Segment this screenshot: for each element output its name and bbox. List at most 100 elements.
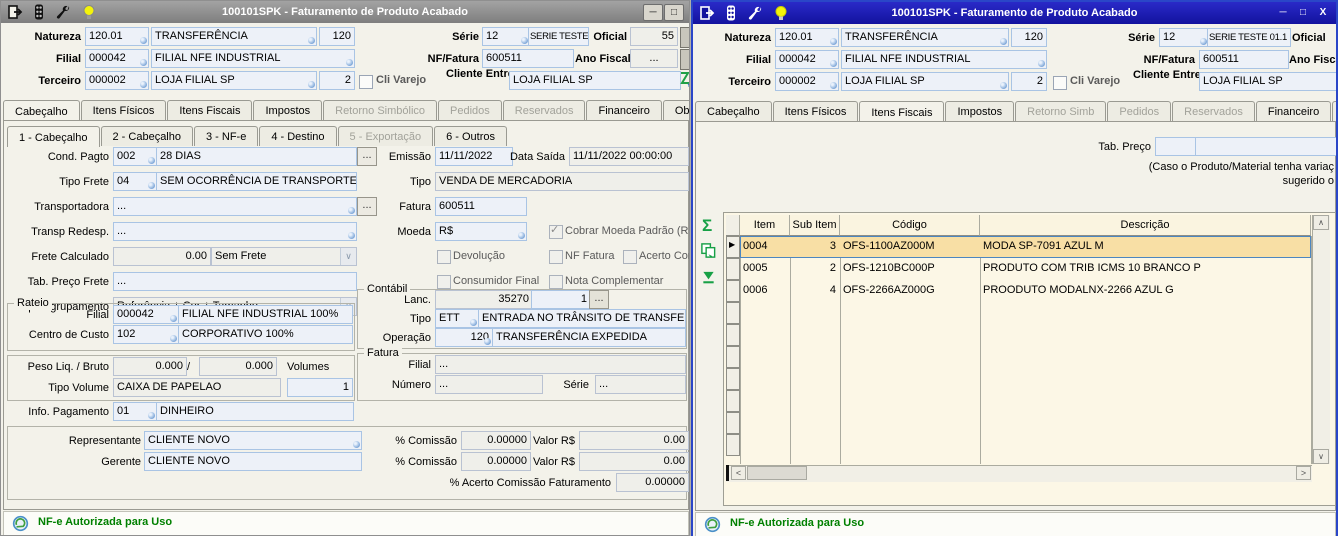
cond-pagto-code-field[interactable]: 002 xyxy=(113,147,157,166)
grid-header-sub-item[interactable]: Sub Item xyxy=(790,215,840,236)
subtab-4-destino[interactable]: 4 - Destino xyxy=(259,126,336,146)
natureza-code-field[interactable]: 120.01 xyxy=(775,28,839,47)
tab-observacoes[interactable]: Observações xyxy=(663,100,690,120)
volumes-field[interactable]: 1 xyxy=(287,378,353,397)
cell-codigo[interactable]: OFS-2266AZ000G xyxy=(843,280,977,301)
comissao-field-2[interactable]: 0.00000 xyxy=(461,452,531,471)
scrollbar-thumb[interactable] xyxy=(747,466,807,480)
transp-redesp-field[interactable]: ... xyxy=(113,222,357,241)
natureza-cod2-field[interactable]: 120 xyxy=(319,27,355,46)
copy-row-icon[interactable] xyxy=(700,242,717,264)
cliente-entrega-field[interactable]: LOJA FILIAL SP xyxy=(509,71,681,90)
acerto-comissao-field[interactable]: 0.00000 xyxy=(616,473,689,492)
cell-codigo[interactable]: OFS-1100AZ000M xyxy=(843,236,977,257)
terceiro-code-field[interactable]: 000002 xyxy=(775,72,839,91)
peso-liquido-field[interactable]: 0.000 xyxy=(113,357,187,376)
subtab-2-cabecalho[interactable]: 2 - Cabeçalho xyxy=(101,126,194,146)
tab-itens-fiscais[interactable]: Itens Fiscais xyxy=(167,100,252,120)
cell-descricao[interactable]: PRODUTO COM TRIB ICMS 10 BRANCO P xyxy=(983,258,1308,279)
tab-financeiro[interactable]: Financeiro xyxy=(586,100,661,120)
centro-custo-desc-field[interactable]: CORPORATIVO 100% xyxy=(178,325,353,344)
tab-cabecalho[interactable]: Cabeçalho xyxy=(3,100,80,121)
minimize-button[interactable]: ─ xyxy=(1274,5,1292,20)
cell-descricao[interactable]: PROODUTO MODALNX-2266 AZUL G xyxy=(983,280,1308,301)
titlebar[interactable]: 100101SPK - Faturamento de Produto Acaba… xyxy=(1,1,689,23)
scroll-left-button[interactable]: < xyxy=(731,466,746,480)
oficial-field[interactable]: 55 xyxy=(630,27,678,46)
operacao-code-field[interactable]: 120 xyxy=(435,328,493,347)
comissao-field-1[interactable]: 0.00000 xyxy=(461,431,531,450)
filial-code-field[interactable]: 000042 xyxy=(775,50,839,69)
scroll-right-button[interactable]: > xyxy=(1296,466,1311,480)
filial-desc-field[interactable]: FILIAL NFE INDUSTRIAL xyxy=(841,50,1047,69)
tipo-frete-desc-field[interactable]: SEM OCORRÊNCIA DE TRANSPORTE xyxy=(156,172,357,191)
serie-code-field[interactable]: 12 xyxy=(482,27,530,46)
nf-fatura-field[interactable]: 600511 xyxy=(482,49,574,68)
natureza-desc-field[interactable]: TRANSFERÊNCIA xyxy=(841,28,1009,47)
natureza-code-field[interactable]: 120.01 xyxy=(85,27,149,46)
cli-varejo-checkbox[interactable] xyxy=(1053,76,1067,90)
frete-calculado-field[interactable]: 0.00 xyxy=(113,247,211,266)
terceiro-loja-field[interactable]: 2 xyxy=(319,71,355,90)
terceiro-desc-field[interactable]: LOJA FILIAL SP xyxy=(151,71,317,90)
operacao-desc-field[interactable]: TRANSFERÊNCIA EXPEDIDA xyxy=(492,328,686,347)
tab-cabecalho[interactable]: Cabeçalho xyxy=(695,101,772,121)
natureza-cod2-field[interactable]: 120 xyxy=(1011,28,1047,47)
horizontal-scrollbar[interactable] xyxy=(726,465,1312,482)
subtab-3-nfe[interactable]: 3 - NF-e xyxy=(194,126,258,146)
centro-custo-code-field[interactable]: 102 xyxy=(113,325,179,344)
tab-observacoes[interactable]: Observações xyxy=(1332,101,1338,121)
cell-descricao[interactable]: MODA SP-7091 AZUL M xyxy=(983,236,1308,257)
sum-icon[interactable]: Σ xyxy=(702,217,712,235)
grid-header-item[interactable]: Item xyxy=(740,215,790,236)
fatura-filial-field[interactable]: ... xyxy=(435,355,686,374)
vertical-scrollbar[interactable] xyxy=(1312,215,1330,464)
valor-field-1[interactable]: 0.00 xyxy=(579,431,689,450)
tab-preco-desc-field[interactable] xyxy=(1195,137,1338,156)
info-pagamento-code-field[interactable]: 01 xyxy=(113,402,157,421)
valor-field-2[interactable]: 0.00 xyxy=(579,452,689,471)
emissao-field[interactable]: 11/11/2022 xyxy=(435,147,513,166)
note-icon[interactable] xyxy=(679,71,690,92)
terceiro-code-field[interactable]: 000002 xyxy=(85,71,149,90)
close-button[interactable]: X xyxy=(1314,5,1332,20)
frete-tipo-dropdown[interactable]: Sem Frete xyxy=(211,247,357,266)
tab-itens-fisicos[interactable]: Itens Físicos xyxy=(81,100,167,120)
terceiro-desc-field[interactable]: LOJA FILIAL SP xyxy=(841,72,1009,91)
transportadora-field[interactable]: ... xyxy=(113,197,357,216)
cell-sub-item[interactable]: 3 xyxy=(792,236,836,257)
tab-itens-fiscais[interactable]: Itens Fiscais xyxy=(859,101,944,122)
tipo-frete-code-field[interactable]: 04 xyxy=(113,172,157,191)
cell-sub-item[interactable]: 4 xyxy=(792,280,836,301)
cell-item[interactable]: 0004 xyxy=(743,236,787,257)
rateio-filial-code-field[interactable]: 000042 xyxy=(113,305,179,324)
scrollbar-split-handle[interactable] xyxy=(726,465,729,481)
info-pagamento-desc-field[interactable]: DINHEIRO xyxy=(156,402,354,421)
representante-field[interactable]: CLIENTE NOVO xyxy=(144,431,362,450)
peso-bruto-field[interactable]: 0.000 xyxy=(199,357,277,376)
ano-fiscal-field[interactable]: ... xyxy=(630,49,678,68)
contabil-tipo-code-field[interactable]: ETT xyxy=(435,309,479,328)
tab-itens-fisicos[interactable]: Itens Físicos xyxy=(773,101,859,121)
titlebar[interactable]: 100101SPK - Faturamento de Produto Acaba… xyxy=(693,2,1336,24)
insert-down-icon[interactable] xyxy=(701,270,716,290)
tab-impostos[interactable]: Impostos xyxy=(253,100,322,120)
lanc-field-1[interactable]: 35270 xyxy=(435,290,533,309)
grid-header-codigo[interactable]: Código xyxy=(840,215,980,236)
natureza-desc-field[interactable]: TRANSFERÊNCIA xyxy=(151,27,317,46)
subtab-6-outros[interactable]: 6 - Outros xyxy=(434,126,507,146)
maximize-button[interactable]: □ xyxy=(1294,5,1312,20)
scroll-up-button[interactable]: ∧ xyxy=(1313,215,1329,230)
cell-codigo[interactable]: OFS-1210BC000P xyxy=(843,258,977,279)
data-saida-field[interactable]: 11/11/2022 00:00:00 xyxy=(569,147,689,166)
minimize-button[interactable]: ─ xyxy=(643,4,663,21)
cell-sub-item[interactable]: 2 xyxy=(792,258,836,279)
filial-desc-field[interactable]: FILIAL NFE INDUSTRIAL xyxy=(151,49,355,68)
grid-header-descricao[interactable]: Descrição xyxy=(980,215,1311,236)
fatura-field[interactable]: 600511 xyxy=(435,197,527,216)
tab-preco-code-field[interactable] xyxy=(1155,137,1197,156)
serie-code-field[interactable]: 12 xyxy=(1159,28,1209,47)
serie-desc-field[interactable]: SERIE TESTE 01.1 xyxy=(528,27,589,46)
fatura-serie-field[interactable]: ... xyxy=(595,375,686,394)
subtab-1-cabecalho[interactable]: 1 - Cabeçalho xyxy=(7,126,100,147)
